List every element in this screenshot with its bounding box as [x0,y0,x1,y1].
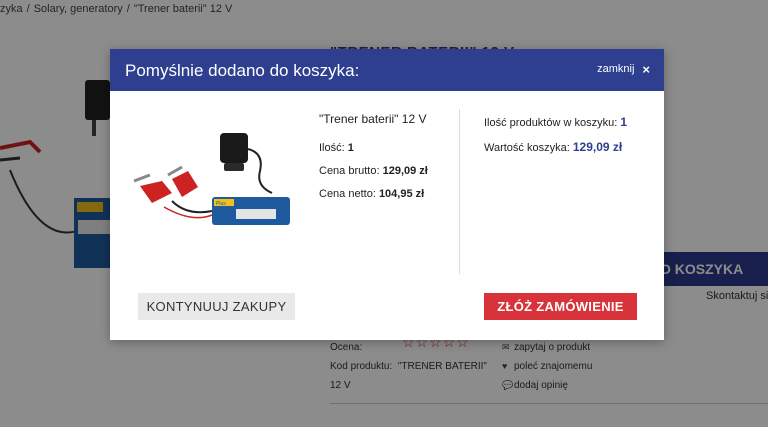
net-price-row: Cena netto: 104,95 zł [319,188,428,200]
gross-price-row: Cena brutto: 129,09 zł [319,165,428,177]
cart-total-value: 129,09 zł [572,140,623,154]
product-image: Plus [133,133,290,225]
cart-total-label: Wartość koszyka: [484,142,570,154]
gross-price-value: 129,09 zł [382,165,428,177]
modal-divider [459,109,460,274]
cart-total-row: Wartość koszyka: 129,09 zł [484,140,627,154]
cart-count-row: Ilość produktów w koszyku: 1 [484,115,627,129]
net-price-value: 104,95 zł [378,188,425,200]
close-label: zamknij [597,63,635,75]
gross-price-label: Cena brutto: [319,165,380,177]
added-to-cart-modal: Pomyślnie dodano do koszyka: zamknij × P… [110,49,664,340]
net-price-label: Cena netto: [319,188,376,200]
cart-count-label: Ilość produktów w koszyku: [484,117,618,129]
cart-summary: Ilość produktów w koszyku: 1 Wartość kos… [484,115,627,165]
close-button[interactable]: zamknij × [597,61,650,77]
product-name: "Trener baterii" 12 V [319,112,427,126]
continue-shopping-button[interactable]: KONTYNUUJ ZAKUPY [138,293,295,320]
place-order-button[interactable]: ZŁÓŻ ZAMÓWIENIE [484,293,637,320]
product-info: "Trener baterii" 12 V Ilość: 1 Cena brut… [319,112,428,211]
modal-title: Pomyślnie dodano do koszyka: [125,61,360,80]
modal-header: Pomyślnie dodano do koszyka: zamknij × [110,49,664,91]
cart-count-value: 1 [620,115,628,129]
close-icon: × [642,61,650,77]
quantity-row: Ilość: 1 [319,142,428,154]
product-image-brand: Plus [216,201,226,207]
quantity-value: 1 [347,142,354,154]
quantity-label: Ilość: [319,142,345,154]
